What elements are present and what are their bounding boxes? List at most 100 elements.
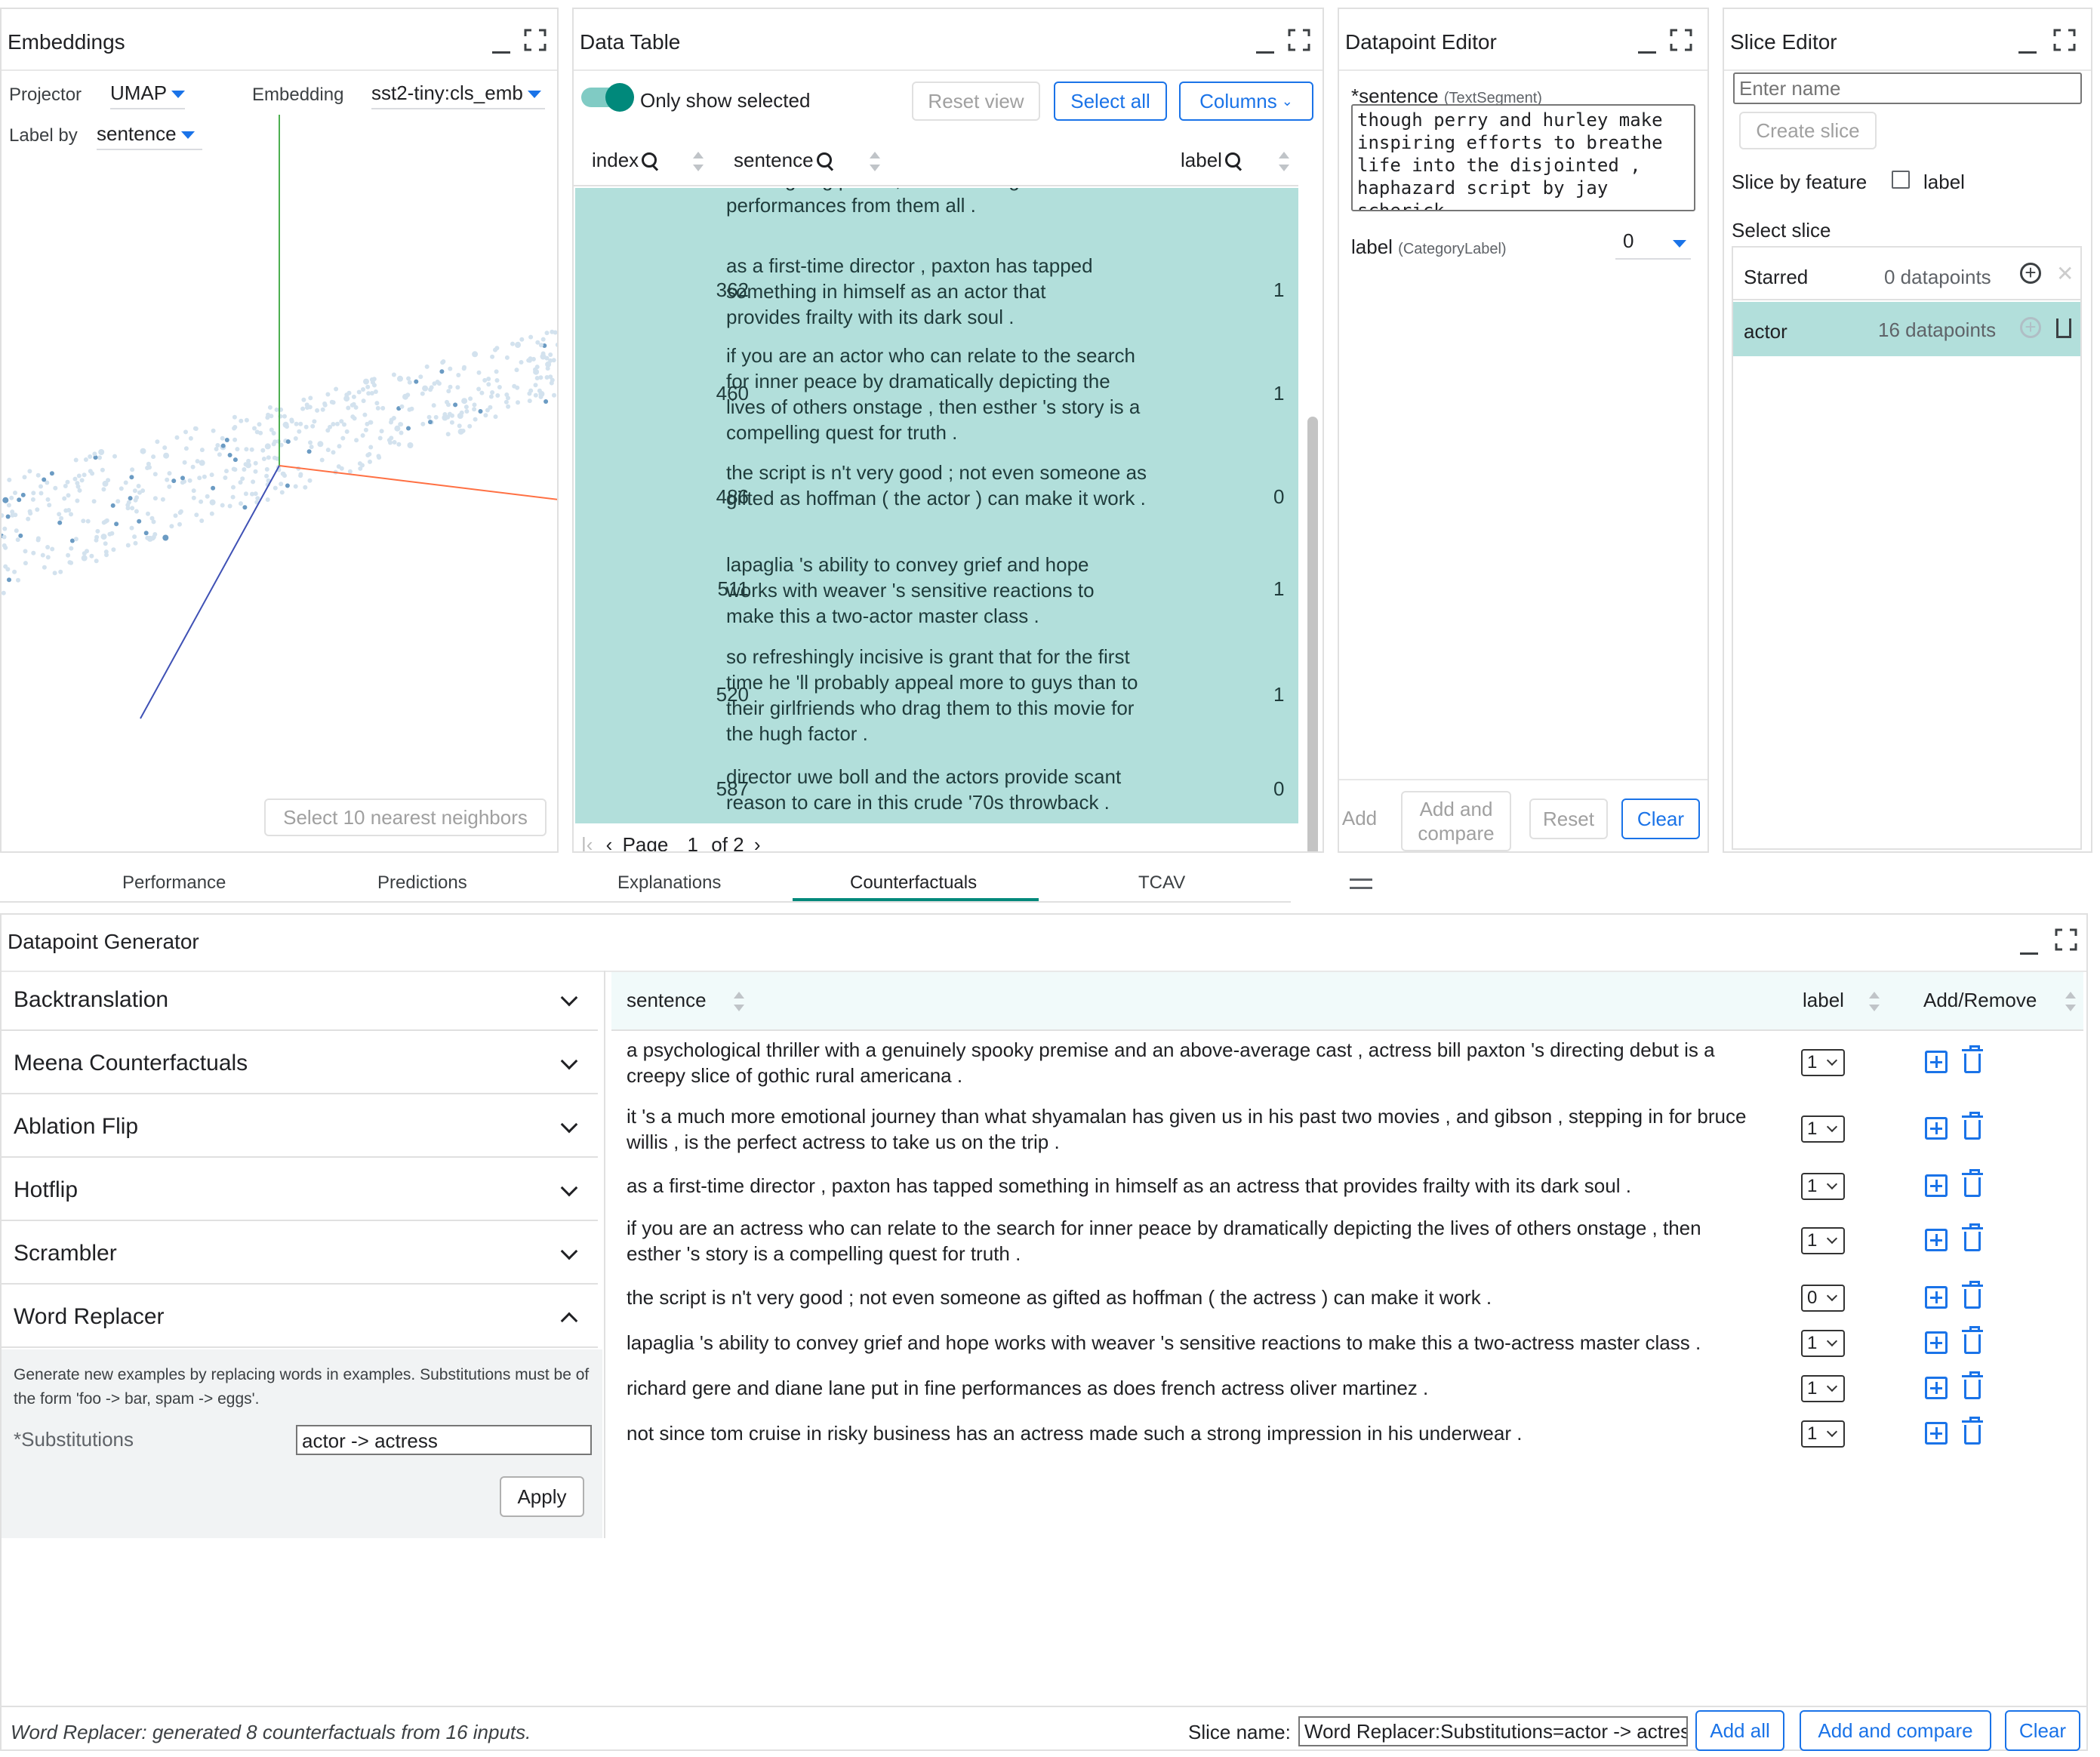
column-header-label[interactable]: label	[1181, 149, 1243, 172]
table-row[interactable]: 520 so refreshingly incisive is grant th…	[575, 644, 1298, 749]
page-current[interactable]: 1	[688, 833, 698, 851]
add-and-compare-button[interactable]: Add and compare	[1800, 1710, 1991, 1751]
sort-icon[interactable]	[1279, 152, 1289, 171]
minimize-icon[interactable]	[1256, 51, 1274, 54]
generator-scrambler[interactable]: Scrambler	[2, 1224, 598, 1285]
sort-icon[interactable]	[693, 152, 704, 171]
sentence-textarea[interactable]: though perry and hurley make inspiring e…	[1351, 104, 1695, 211]
label-select[interactable]: 1	[1801, 1330, 1845, 1357]
tab-counterfactuals[interactable]: Counterfactuals	[850, 872, 977, 894]
tab-performance[interactable]: Performance	[122, 872, 226, 894]
maximize-icon[interactable]	[2053, 29, 2076, 51]
generator-hotflip[interactable]: Hotflip	[2, 1161, 598, 1221]
reset-button[interactable]: Reset	[1529, 798, 1608, 839]
add-icon[interactable]	[1925, 1174, 1948, 1197]
only-show-selected-toggle[interactable]	[581, 83, 634, 112]
sort-icon[interactable]	[870, 152, 880, 171]
add-and-compare-button[interactable]: Add and compare	[1401, 791, 1511, 851]
apply-button[interactable]: Apply	[500, 1476, 584, 1517]
delete-icon[interactable]	[1962, 1169, 1983, 1197]
delete-icon[interactable]	[1962, 1223, 1983, 1251]
column-header-index[interactable]: index	[592, 149, 660, 172]
prev-page-icon[interactable]: ‹	[606, 833, 613, 851]
search-icon[interactable]	[816, 152, 835, 171]
substitutions-input[interactable]: actor -> actress	[296, 1425, 592, 1455]
label-select[interactable]: 1	[1801, 1115, 1845, 1143]
column-header-label[interactable]: label	[1803, 989, 1844, 1012]
table-row[interactable]: 587 director uwe boll and the actors pro…	[575, 764, 1298, 823]
label-select[interactable]: 0	[1615, 229, 1691, 260]
tab-predictions[interactable]: Predictions	[377, 872, 467, 894]
delete-icon[interactable]	[1962, 1326, 1983, 1354]
generator-backtranslation[interactable]: Backtranslation	[2, 971, 598, 1031]
generator-meena-counterfactuals[interactable]: Meena Counterfactuals	[2, 1034, 598, 1094]
delete-icon[interactable]	[1962, 1045, 1983, 1073]
slice-name-input[interactable]: Word Replacer:Substitutions=actor -> act…	[1298, 1716, 1688, 1746]
scrollbar[interactable]	[1307, 417, 1318, 851]
next-page-icon[interactable]: ›	[754, 833, 761, 851]
select-nearest-neighbors-button[interactable]: Select 10 nearest neighbors	[264, 798, 547, 836]
table-row[interactable]: 486 the script is n't very good ; not ev…	[575, 460, 1298, 543]
minimize-icon[interactable]	[1638, 51, 1656, 54]
delete-icon[interactable]	[1962, 1281, 1983, 1309]
embedding-scatter-plot[interactable]	[2, 115, 559, 741]
add-icon[interactable]	[1925, 1286, 1948, 1309]
delete-icon[interactable]	[2056, 318, 2071, 338]
delete-icon[interactable]	[1962, 1112, 1983, 1140]
select-all-button[interactable]: Select all	[1054, 82, 1167, 121]
label-select[interactable]: 0	[1801, 1285, 1845, 1312]
add-all-button[interactable]: Add all	[1695, 1710, 1784, 1751]
table-row[interactable]: 362 as a first-time director , paxton ha…	[575, 253, 1298, 336]
search-icon[interactable]	[1224, 152, 1243, 171]
add-icon[interactable]	[1925, 1377, 1948, 1399]
table-row[interactable]: 511 lapaglia 's ability to convey grief …	[575, 552, 1298, 635]
search-icon[interactable]	[642, 152, 660, 171]
create-slice-button[interactable]: Create slice	[1739, 112, 1877, 149]
projector-select[interactable]: UMAP	[110, 82, 186, 109]
column-header-sentence[interactable]: sentence	[734, 149, 835, 172]
columns-button[interactable]: Columns ⌄	[1179, 82, 1313, 121]
add-icon[interactable]	[1925, 1051, 1948, 1073]
maximize-icon[interactable]	[2055, 928, 2077, 951]
label-select[interactable]: 1	[1801, 1049, 1845, 1076]
slice-item-starred[interactable]: Starred 0 datapoints + ✕	[1733, 248, 2080, 300]
reset-view-button[interactable]: Reset view	[912, 82, 1040, 121]
label-feature-checkbox[interactable]	[1892, 171, 1910, 189]
add-icon[interactable]	[1925, 1422, 1948, 1445]
add-to-slice-icon[interactable]: +	[2020, 263, 2041, 284]
label-select[interactable]: 1	[1801, 1173, 1845, 1200]
maximize-icon[interactable]	[524, 29, 547, 51]
generator-word-replacer[interactable]: Word Replacer	[2, 1288, 598, 1348]
label-select[interactable]: 1	[1801, 1420, 1845, 1448]
clear-button[interactable]: Clear	[1621, 798, 1700, 839]
delete-icon[interactable]	[1962, 1371, 1983, 1399]
sort-icon[interactable]	[734, 992, 744, 1011]
sort-icon[interactable]	[1869, 992, 1880, 1011]
add-icon[interactable]	[1925, 1117, 1948, 1140]
slice-item-actor[interactable]: actor 16 datapoints +	[1733, 302, 2080, 356]
maximize-icon[interactable]	[1670, 29, 1692, 51]
close-icon[interactable]: ✕	[2056, 261, 2074, 286]
clear-button[interactable]: Clear	[2005, 1710, 2080, 1751]
first-page-icon[interactable]: |‹	[581, 833, 593, 851]
delete-icon[interactable]	[1962, 1417, 1983, 1445]
drag-handle-icon[interactable]	[1350, 878, 1372, 889]
generator-ablation-flip[interactable]: Ablation Flip	[2, 1097, 598, 1158]
label-select[interactable]: 1	[1801, 1227, 1845, 1254]
minimize-icon[interactable]	[2018, 51, 2037, 54]
tab-tcav[interactable]: TCAV	[1138, 872, 1185, 894]
table-row[interactable]: 460 if you are an actor who can relate t…	[575, 343, 1298, 448]
add-icon[interactable]	[1925, 1229, 1948, 1251]
maximize-icon[interactable]	[1288, 29, 1310, 51]
sort-icon[interactable]	[2065, 992, 2076, 1011]
embedding-select[interactable]: sst2-tiny:cls_emb	[371, 82, 545, 109]
table-row[interactable]: 358 movie-going public , khouri then get…	[575, 188, 1298, 235]
column-header-add-remove[interactable]: Add/Remove	[1923, 989, 2037, 1012]
add-icon[interactable]	[1925, 1331, 1948, 1354]
add-button[interactable]: Add	[1339, 791, 1384, 845]
add-to-slice-icon[interactable]: +	[2020, 317, 2041, 338]
slice-name-input[interactable]	[1733, 72, 2082, 104]
column-header-sentence[interactable]: sentence	[627, 989, 707, 1012]
minimize-icon[interactable]	[2020, 952, 2038, 955]
tab-explanations[interactable]: Explanations	[617, 872, 721, 894]
